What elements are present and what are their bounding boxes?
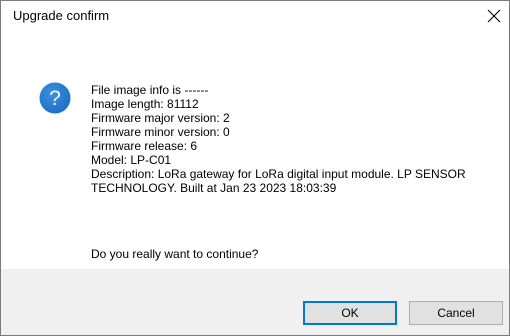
dialog-content: ? File image info is ------ Image length…: [1, 31, 509, 269]
message-line: Image length: 81112: [91, 97, 199, 111]
question-mark-glyph: ?: [49, 87, 61, 110]
ok-button[interactable]: OK: [303, 301, 397, 325]
cancel-button[interactable]: Cancel: [409, 301, 503, 325]
window-title: Upgrade confirm: [13, 8, 110, 23]
close-button[interactable]: [479, 1, 509, 31]
message-line: Firmware minor version: 0: [91, 125, 230, 139]
upgrade-confirm-dialog: Upgrade confirm ? File image info is ---…: [0, 0, 510, 336]
message-line: Model: LP-C01: [91, 153, 172, 167]
message-text: File image info is ------ Image length: …: [91, 83, 501, 195]
message-line: Firmware major version: 2: [91, 111, 230, 125]
confirm-question: Do you really want to continue?: [91, 247, 259, 261]
message-description: Description: LoRa gateway for LoRa digit…: [91, 167, 466, 195]
message-line: File image info is ------: [91, 83, 209, 97]
close-icon: [487, 9, 501, 23]
question-mark-icon: ?: [39, 82, 71, 114]
button-bar: OK Cancel: [1, 269, 509, 335]
title-bar: Upgrade confirm: [1, 1, 509, 31]
message-line: Firmware release: 6: [91, 139, 198, 153]
